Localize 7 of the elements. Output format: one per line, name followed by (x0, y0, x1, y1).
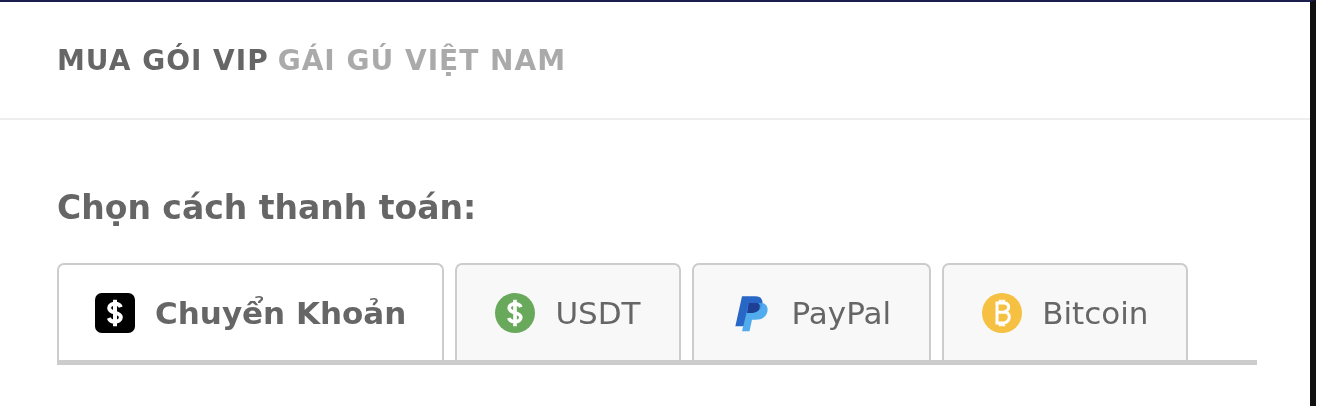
payment-tab[interactable]: Chuyển Khoản (57, 263, 445, 360)
payment-prompt: Chọn cách thanh toán: (57, 188, 478, 227)
modal-title: MUA GÓI VIP (57, 43, 269, 77)
payment-tab[interactable]: Bitcoin (942, 263, 1189, 360)
payment-tab[interactable]: PayPal (691, 263, 932, 360)
modal-subtitle: GÁI GÚ VIỆT NAM (277, 43, 567, 77)
payment-tab[interactable]: USDT (455, 263, 681, 360)
